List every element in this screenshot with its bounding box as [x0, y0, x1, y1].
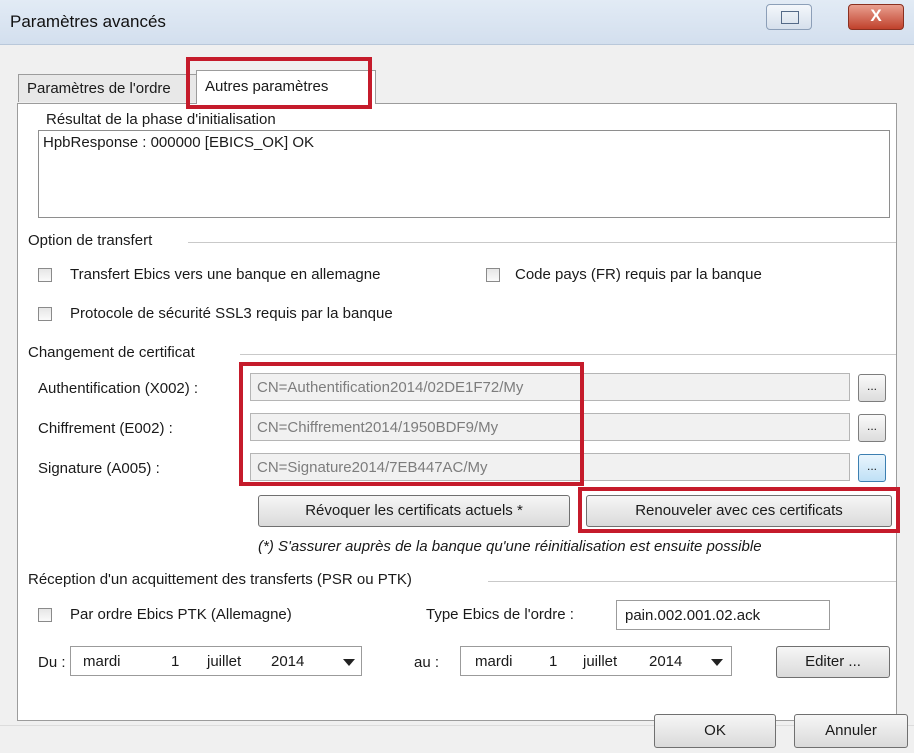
edit-button[interactable]: Editer ... — [776, 646, 890, 678]
tab-other-parameters[interactable]: Autres paramètres — [196, 70, 376, 104]
revoke-certificates-button[interactable]: Révoquer les certificats actuels * — [258, 495, 570, 527]
cancel-button[interactable]: Annuler — [794, 714, 908, 748]
to-date-label: au : — [414, 654, 440, 671]
certificate-group-label: Changement de certificat — [28, 344, 195, 361]
from-date-day[interactable]: 1 — [171, 653, 179, 670]
init-result-label: Résultat de la phase d'initialisation — [46, 111, 276, 128]
from-date-weekday[interactable]: mardi — [83, 653, 121, 670]
ptk-checkbox-label: Par ordre Ebics PTK (Allemagne) — [70, 606, 292, 623]
from-date-month[interactable]: juillet — [207, 653, 241, 670]
chevron-down-icon[interactable] — [711, 659, 723, 666]
to-date-weekday[interactable]: mardi — [475, 653, 513, 670]
footer-separator — [0, 725, 914, 726]
ok-button[interactable]: OK — [654, 714, 776, 748]
transfer-group-label: Option de transfert — [28, 232, 153, 249]
title-bar: Paramètres avancés X — [0, 0, 914, 45]
reinit-note: (*) S'assurer auprès de la banque qu'une… — [258, 538, 762, 555]
ssl3-checkbox[interactable] — [38, 307, 52, 321]
from-date-label: Du : — [38, 654, 66, 671]
certificate-group-line — [240, 354, 896, 355]
auth-cert-label: Authentification (X002) : — [38, 380, 199, 397]
sig-cert-browse-button[interactable]: ... — [858, 454, 886, 482]
from-date-year[interactable]: 2014 — [271, 653, 304, 670]
to-date-month[interactable]: juillet — [583, 653, 617, 670]
from-date-picker[interactable]: mardi 1 juillet 2014 — [70, 646, 362, 676]
enc-cert-field[interactable]: CN=Chiffrement2014/1950BDF9/My — [250, 413, 850, 441]
germany-checkbox[interactable] — [38, 268, 52, 282]
to-date-day[interactable]: 1 — [549, 653, 557, 670]
sig-cert-field[interactable]: CN=Signature2014/7EB447AC/My — [250, 453, 850, 481]
enc-cert-browse-button[interactable]: ... — [858, 414, 886, 442]
enc-cert-label: Chiffrement (E002) : — [38, 420, 173, 437]
close-button[interactable]: X — [848, 4, 904, 30]
to-date-picker[interactable]: mardi 1 juillet 2014 — [460, 646, 732, 676]
to-date-year[interactable]: 2014 — [649, 653, 682, 670]
tab-order-parameters[interactable]: Paramètres de l'ordre — [18, 74, 198, 102]
window-title: Paramètres avancés — [10, 12, 166, 31]
order-type-input[interactable]: pain.002.001.02.ack — [616, 600, 830, 630]
close-icon: X — [870, 6, 882, 25]
ptk-checkbox[interactable] — [38, 608, 52, 622]
auth-cert-field[interactable]: CN=Authentification2014/02DE1F72/My — [250, 373, 850, 401]
auth-cert-browse-button[interactable]: ... — [858, 374, 886, 402]
chevron-down-icon[interactable] — [343, 659, 355, 666]
restore-button[interactable] — [766, 4, 812, 30]
germany-checkbox-label: Transfert Ebics vers une banque en allem… — [70, 266, 381, 283]
sig-cert-label: Signature (A005) : — [38, 460, 160, 477]
renew-certificates-button[interactable]: Renouveler avec ces certificats — [586, 495, 892, 527]
ack-group-label: Réception d'un acquittement des transfer… — [28, 571, 412, 588]
country-code-checkbox[interactable] — [486, 268, 500, 282]
order-type-label: Type Ebics de l'ordre : — [426, 606, 574, 623]
country-code-checkbox-label: Code pays (FR) requis par la banque — [515, 266, 762, 283]
restore-icon — [781, 11, 799, 24]
ssl3-checkbox-label: Protocole de sécurité SSL3 requis par la… — [70, 305, 393, 322]
ack-group-line — [488, 581, 896, 582]
transfer-group-line — [188, 242, 896, 243]
init-result-box[interactable]: HpbResponse : 000000 [EBICS_OK] OK — [38, 130, 890, 218]
